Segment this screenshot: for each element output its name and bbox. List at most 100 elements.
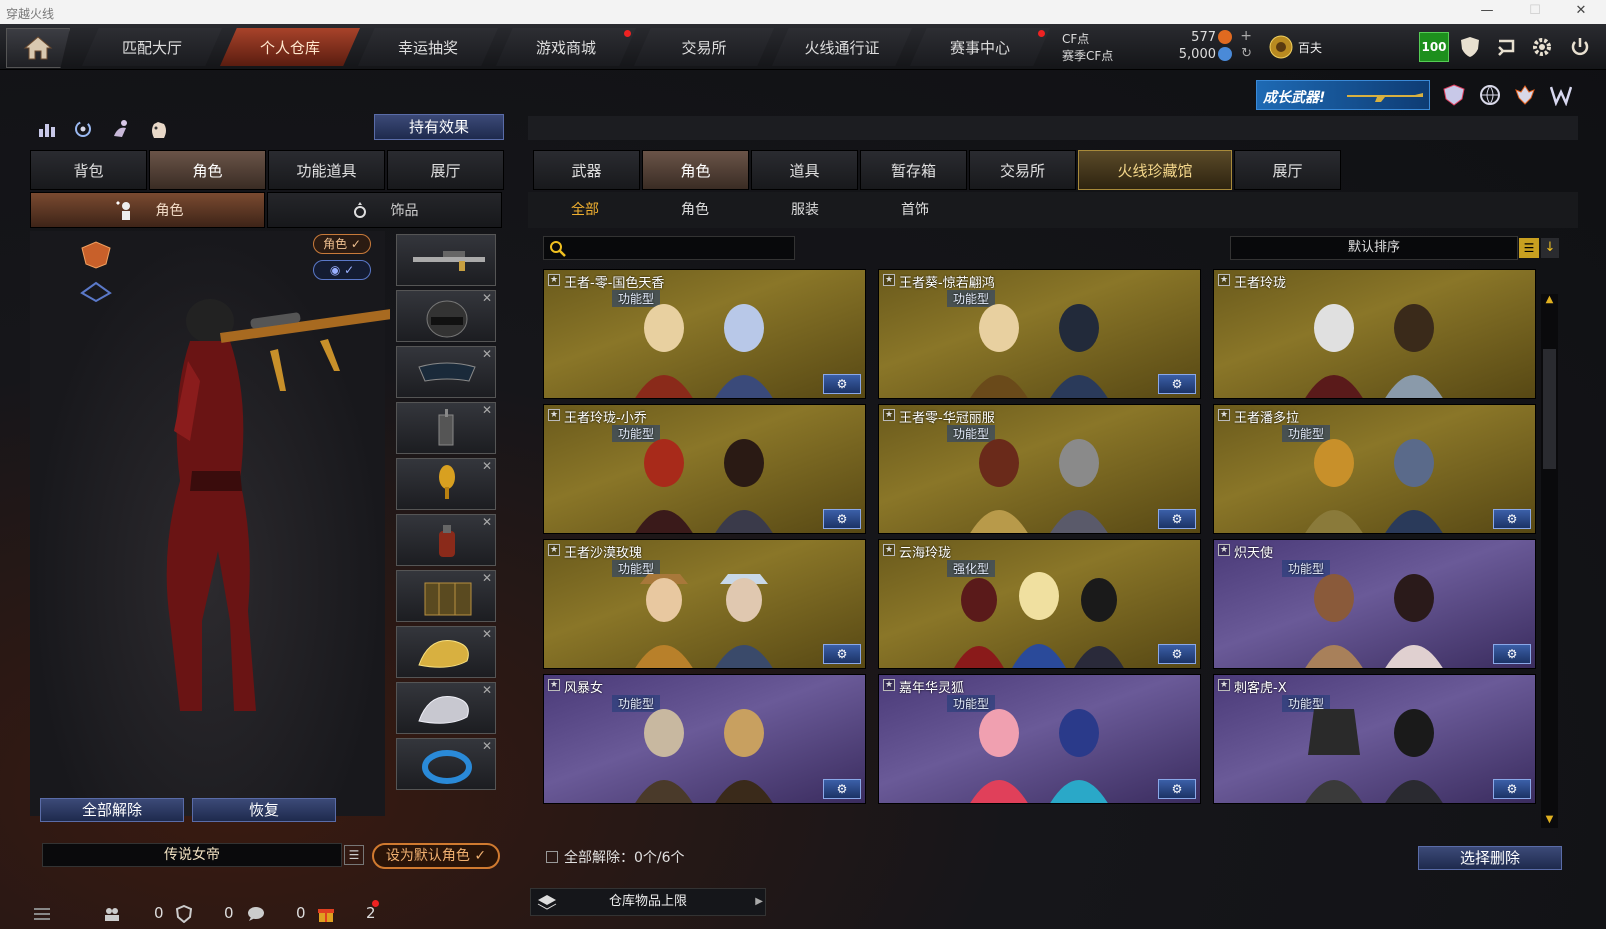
- favorite-star-icon[interactable]: ★: [1218, 409, 1230, 421]
- remove-icon[interactable]: ✕: [482, 683, 492, 697]
- shield-icon[interactable]: [1455, 32, 1485, 62]
- tab-character[interactable]: 角色: [149, 150, 266, 190]
- tab-collection-hall[interactable]: 火线珍藏馆: [1078, 150, 1232, 190]
- tab-backpack[interactable]: 背包: [30, 150, 147, 190]
- remove-icon[interactable]: ✕: [482, 515, 492, 529]
- character-card[interactable]: ★ 王者零-华冠丽服 功能型 ⚙: [878, 404, 1201, 534]
- badge-shield-icon[interactable]: [1441, 82, 1467, 108]
- character-card[interactable]: ★ 云海玲珑 强化型 ⚙: [878, 539, 1201, 669]
- holding-effect-button[interactable]: 持有效果: [374, 114, 504, 140]
- add-cf-icon[interactable]: +: [1240, 28, 1252, 44]
- slot-ammo-pack[interactable]: ✕: [396, 570, 496, 622]
- tab-event-center[interactable]: 赛事中心: [910, 28, 1050, 66]
- remove-icon[interactable]: ✕: [482, 571, 492, 585]
- filter-role[interactable]: 角色: [640, 198, 750, 222]
- tab-function-items[interactable]: 功能道具: [268, 150, 385, 190]
- slot-silver-dragon[interactable]: ✕: [396, 682, 496, 734]
- tune-button[interactable]: ⚙: [823, 374, 861, 394]
- tune-button[interactable]: ⚙: [1493, 779, 1531, 799]
- favorite-star-icon[interactable]: ★: [548, 679, 560, 691]
- warehouse-capacity-button[interactable]: 仓库物品上限 ▶: [530, 888, 766, 916]
- character-card[interactable]: ★ 王者-零-国色天香 功能型 ⚙: [543, 269, 866, 399]
- slot-gold-dragon[interactable]: ✕: [396, 626, 496, 678]
- character-card[interactable]: ★ 王者沙漠玫瑰 功能型 ⚙: [543, 539, 866, 669]
- preset-menu-icon[interactable]: ☰: [344, 845, 364, 865]
- clan-shield-icon[interactable]: [174, 904, 194, 924]
- favorite-star-icon[interactable]: ★: [1218, 274, 1230, 286]
- tab-personal-warehouse[interactable]: 个人仓库: [220, 28, 360, 66]
- character-card[interactable]: ★ 刺客虎-X 功能型 ⚙: [1213, 674, 1536, 804]
- remove-icon[interactable]: ✕: [482, 459, 492, 473]
- remove-icon[interactable]: ✕: [482, 739, 492, 753]
- scroll-thumb[interactable]: [1543, 349, 1556, 469]
- tab-match-lobby[interactable]: 匹配大厅: [82, 28, 222, 66]
- slot-glasses[interactable]: ✕: [396, 346, 496, 398]
- friends-icon[interactable]: [102, 904, 122, 924]
- remove-icon[interactable]: ✕: [482, 347, 492, 361]
- filter-outfit[interactable]: 服装: [750, 198, 860, 222]
- list-view-icon[interactable]: ☰: [1519, 238, 1539, 258]
- tab-lucky-draw[interactable]: 幸运抽奖: [358, 28, 498, 66]
- slot-grenade[interactable]: ✕: [396, 514, 496, 566]
- set-default-role-button[interactable]: 设为默认角色 ✓: [372, 843, 500, 869]
- tab-exchange[interactable]: 交易所: [634, 28, 774, 66]
- minimize-button[interactable]: —: [1472, 3, 1502, 21]
- favorite-star-icon[interactable]: ★: [548, 409, 560, 421]
- subtab-character[interactable]: 角色: [30, 192, 265, 228]
- tune-button[interactable]: ⚙: [823, 644, 861, 664]
- home-button[interactable]: [6, 28, 70, 68]
- power-icon[interactable]: [1565, 32, 1595, 62]
- favorite-star-icon[interactable]: ★: [1218, 679, 1230, 691]
- filter-jewelry[interactable]: 首饰: [860, 198, 970, 222]
- tune-button[interactable]: ⚙: [1158, 509, 1196, 529]
- restore-button[interactable]: 恢复: [192, 798, 336, 822]
- favorite-star-icon[interactable]: ★: [1218, 544, 1230, 556]
- tune-button[interactable]: ⚙: [1158, 644, 1196, 664]
- rank-emblem-icon[interactable]: [1266, 32, 1296, 62]
- gesture-icon[interactable]: [146, 116, 172, 142]
- character-card[interactable]: ★ 王者玲珑: [1213, 269, 1536, 399]
- tab-trade[interactable]: 交易所: [969, 150, 1076, 190]
- tab-weapons[interactable]: 武器: [533, 150, 640, 190]
- character-preview[interactable]: [30, 231, 390, 816]
- remove-icon[interactable]: ✕: [482, 291, 492, 305]
- character-card[interactable]: ★ 风暴女 功能型 ⚙: [543, 674, 866, 804]
- character-card[interactable]: ★ 王者玲珑-小乔 功能型 ⚙: [543, 404, 866, 534]
- return-icon[interactable]: [1491, 32, 1521, 62]
- role-display-toggle[interactable]: 角色 ✓: [313, 234, 371, 254]
- remove-icon[interactable]: ✕: [482, 627, 492, 641]
- favorite-star-icon[interactable]: ★: [883, 274, 895, 286]
- gift-icon[interactable]: [316, 904, 336, 924]
- stats-icon[interactable]: [34, 116, 60, 142]
- tune-button[interactable]: ⚙: [823, 779, 861, 799]
- card-scrollbar[interactable]: ▲ ▼: [1541, 294, 1558, 828]
- unequip-all-button[interactable]: 全部解除: [40, 798, 184, 822]
- favorite-star-icon[interactable]: ★: [883, 409, 895, 421]
- filter-all[interactable]: 全部: [530, 198, 640, 222]
- character-card[interactable]: ★ 王者潘多拉 功能型 ⚙: [1213, 404, 1536, 534]
- favorite-star-icon[interactable]: ★: [883, 679, 895, 691]
- tune-button[interactable]: ⚙: [1493, 644, 1531, 664]
- tune-button[interactable]: ⚙: [823, 509, 861, 529]
- character-card[interactable]: ★ 炽天使 功能型 ⚙: [1213, 539, 1536, 669]
- favorite-star-icon[interactable]: ★: [548, 274, 560, 286]
- tab-game-shop[interactable]: 游戏商城: [496, 28, 636, 66]
- pose-icon[interactable]: [108, 116, 134, 142]
- rotate-icon[interactable]: [70, 116, 96, 142]
- sort-direction-icon[interactable]: ↓: [1541, 238, 1559, 258]
- unequip-all-checkbox[interactable]: [546, 851, 558, 863]
- unequip-all-status[interactable]: 全部解除：0个/6个: [546, 847, 685, 867]
- scroll-up-icon[interactable]: ▲: [1541, 294, 1558, 308]
- globe-icon[interactable]: [1477, 82, 1503, 108]
- tune-button[interactable]: ⚙: [1493, 509, 1531, 529]
- character-card[interactable]: ★ 嘉年华灵狐 功能型 ⚙: [878, 674, 1201, 804]
- slot-blue-bracelet[interactable]: ✕: [396, 738, 496, 790]
- remove-icon[interactable]: ✕: [482, 403, 492, 417]
- subtab-accessory[interactable]: 饰品: [267, 192, 502, 228]
- favorite-star-icon[interactable]: ★: [883, 544, 895, 556]
- sort-dropdown[interactable]: 默认排序: [1230, 236, 1518, 260]
- preset-name-field[interactable]: 传说女帝: [42, 843, 342, 867]
- character-card[interactable]: ★ 王者葵-惊若翩鸿 功能型 ⚙: [878, 269, 1201, 399]
- refresh-icon[interactable]: ↻: [1241, 46, 1252, 61]
- settings-gear-icon[interactable]: [1527, 32, 1557, 62]
